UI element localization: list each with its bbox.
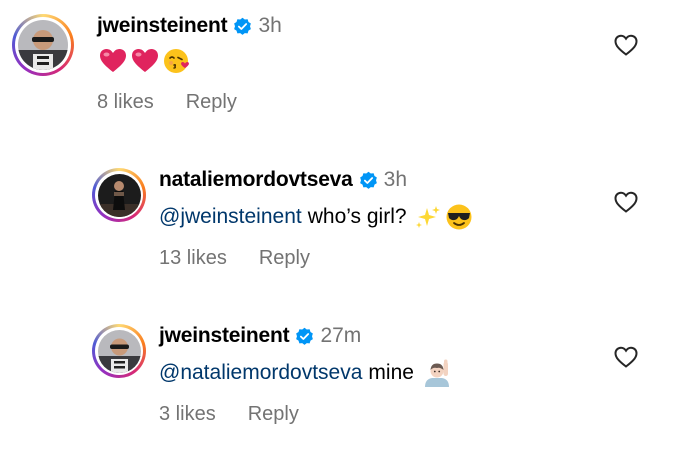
- like-heart-icon[interactable]: [614, 34, 638, 56]
- smiling-face-with-sunglasses-icon: [446, 204, 472, 230]
- comment: nataliemordovtseva 3h @jweinsteinent who…: [0, 160, 680, 290]
- mention-link[interactable]: @jweinsteinent: [159, 205, 302, 229]
- comment-username[interactable]: jweinsteinent: [159, 324, 290, 348]
- comment-body: [99, 46, 191, 76]
- comment-body: @jweinsteinent who’s girl?: [159, 202, 473, 232]
- sparkles-icon: [415, 206, 440, 228]
- avatar[interactable]: [12, 14, 74, 76]
- mention-link[interactable]: @nataliemordovtseva: [159, 361, 362, 385]
- comment: jweinsteinent 27m @nataliemordovtseva mi…: [0, 316, 680, 446]
- like-heart-icon[interactable]: [614, 191, 638, 213]
- avatar-photo: [18, 20, 68, 70]
- comment-likes-count[interactable]: 13 likes: [159, 247, 227, 270]
- avatar-photo: [97, 329, 141, 373]
- verified-badge-icon: [296, 327, 314, 345]
- verified-badge-icon: [359, 171, 377, 189]
- face-blowing-kiss-icon: [164, 49, 189, 73]
- comment-text: mine: [368, 361, 414, 384]
- avatar-photo: [97, 173, 141, 217]
- comment-likes-count[interactable]: 8 likes: [97, 91, 154, 114]
- reply-button[interactable]: Reply: [186, 91, 237, 114]
- comment: jweinsteinent 3h 8 likes Reply: [0, 0, 680, 130]
- comment-timestamp: 3h: [258, 14, 282, 37]
- person-raising-hand-icon: [424, 359, 449, 387]
- comment-timestamp: 3h: [383, 168, 408, 191]
- avatar[interactable]: [92, 168, 146, 222]
- like-heart-icon[interactable]: [614, 346, 638, 368]
- reply-button[interactable]: Reply: [248, 403, 299, 426]
- avatar[interactable]: [92, 324, 146, 378]
- red-heart-icon: [132, 49, 158, 72]
- verified-badge-icon: [234, 17, 252, 35]
- comment-username[interactable]: nataliemordovtseva: [159, 168, 353, 192]
- reply-button[interactable]: Reply: [259, 247, 310, 270]
- comment-timestamp: 27m: [320, 324, 362, 347]
- comment-username[interactable]: jweinsteinent: [97, 14, 228, 38]
- comment-body: @nataliemordovtseva mine: [159, 358, 452, 388]
- comment-likes-count[interactable]: 3 likes: [159, 403, 216, 426]
- comment-text: who’s girl?: [307, 205, 407, 228]
- red-heart-icon: [100, 49, 126, 72]
